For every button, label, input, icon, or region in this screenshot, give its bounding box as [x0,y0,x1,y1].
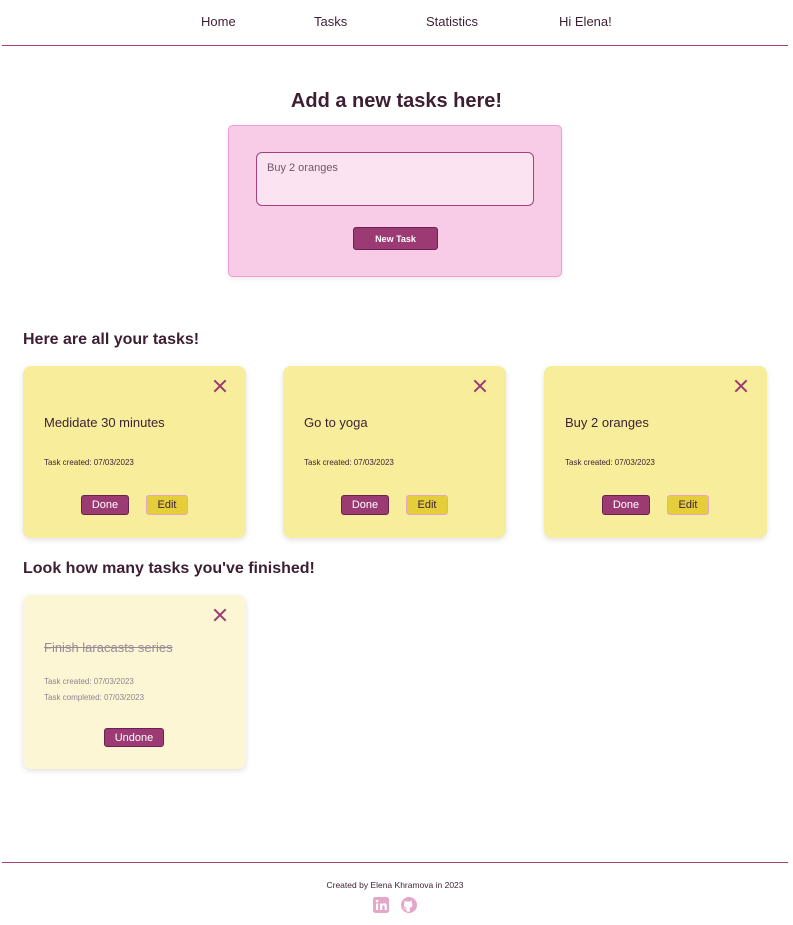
done-button[interactable]: Done [81,495,129,515]
close-icon[interactable] [733,378,749,394]
social-links [372,896,422,914]
task-created-date: Task created: 07/03/2023 [304,458,394,467]
footer-credit: Created by Elena Khramova in 2023 [326,880,464,890]
task-title: Medidate 30 minutes [44,415,165,430]
linkedin-icon[interactable] [372,896,390,914]
undone-button[interactable]: Undone [104,728,164,747]
footer: Created by Elena Khramova in 2023 [2,862,788,925]
task-card: Medidate 30 minutes Task created: 07/03/… [23,366,246,538]
task-created-date: Task created: 07/03/2023 [44,677,134,686]
new-task-button[interactable]: New Task [353,227,438,250]
close-icon[interactable] [212,378,228,394]
finished-task-card: Finish laracasts series Task created: 07… [23,595,246,769]
task-created-date: Task created: 07/03/2023 [44,458,134,467]
nav-tasks-link[interactable]: Tasks [314,14,347,29]
edit-button[interactable]: Edit [146,495,188,515]
finished-section-title: Look how many tasks you've finished! [23,560,315,577]
task-title: Buy 2 oranges [565,415,649,430]
edit-button[interactable]: Edit [406,495,448,515]
add-task-heading: Add a new tasks here! [290,90,503,112]
done-button[interactable]: Done [602,495,650,515]
tasks-section-title: Here are all your tasks! [23,331,200,348]
close-icon[interactable] [212,607,228,623]
edit-button[interactable]: Edit [667,495,709,515]
github-icon[interactable] [400,896,418,914]
task-title: Go to yoga [304,415,368,430]
task-created-date: Task created: 07/03/2023 [565,458,655,467]
done-button[interactable]: Done [341,495,389,515]
task-card: Go to yoga Task created: 07/03/2023 Done… [283,366,506,538]
task-card: Buy 2 oranges Task created: 07/03/2023 D… [544,366,767,538]
nav-user-greeting[interactable]: Hi Elena! [559,14,612,29]
task-completed-date: Task completed: 07/03/2023 [44,693,145,702]
add-task-form: Buy 2 oranges New Task [228,125,562,277]
new-task-input[interactable]: Buy 2 oranges [256,152,534,206]
nav-home-link[interactable]: Home [201,14,236,29]
top-navigation: Home Tasks Statistics Hi Elena! [2,0,788,46]
nav-statistics-link[interactable]: Statistics [426,14,478,29]
close-icon[interactable] [472,378,488,394]
finished-task-title: Finish laracasts series [44,640,173,655]
